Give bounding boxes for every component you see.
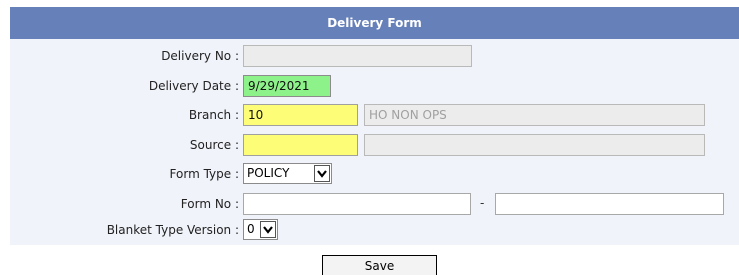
chevron-down-icon[interactable] bbox=[260, 221, 276, 238]
source-label: Source : bbox=[189, 138, 239, 152]
branch-name-field bbox=[364, 104, 705, 126]
form-no-to-field[interactable] bbox=[495, 193, 724, 215]
save-button[interactable]: Save bbox=[322, 255, 437, 275]
branch-code-field[interactable] bbox=[243, 104, 358, 126]
delivery-no-field[interactable] bbox=[243, 45, 472, 67]
form-no-from-field[interactable] bbox=[243, 193, 471, 215]
form-title: Delivery Form bbox=[10, 7, 739, 39]
blanket-type-version-select[interactable]: 0 bbox=[243, 219, 278, 240]
form-no-label: Form No : bbox=[180, 197, 239, 211]
chevron-down-icon[interactable] bbox=[314, 165, 330, 182]
delivery-no-label: Delivery No : bbox=[161, 49, 239, 63]
source-name-field bbox=[364, 134, 705, 156]
branch-label: Branch : bbox=[188, 108, 239, 122]
blanket-type-version-label: Blanket Type Version : bbox=[106, 223, 239, 237]
form-no-separator: - bbox=[480, 196, 485, 210]
delivery-date-label: Delivery Date : bbox=[148, 79, 239, 93]
delivery-date-field[interactable] bbox=[243, 75, 331, 97]
source-code-field[interactable] bbox=[243, 134, 358, 156]
form-type-label: Form Type : bbox=[169, 167, 239, 181]
form-type-selected: POLICY bbox=[247, 166, 290, 180]
blanket-type-version-selected: 0 bbox=[247, 222, 255, 236]
form-type-select[interactable]: POLICY bbox=[243, 163, 332, 184]
